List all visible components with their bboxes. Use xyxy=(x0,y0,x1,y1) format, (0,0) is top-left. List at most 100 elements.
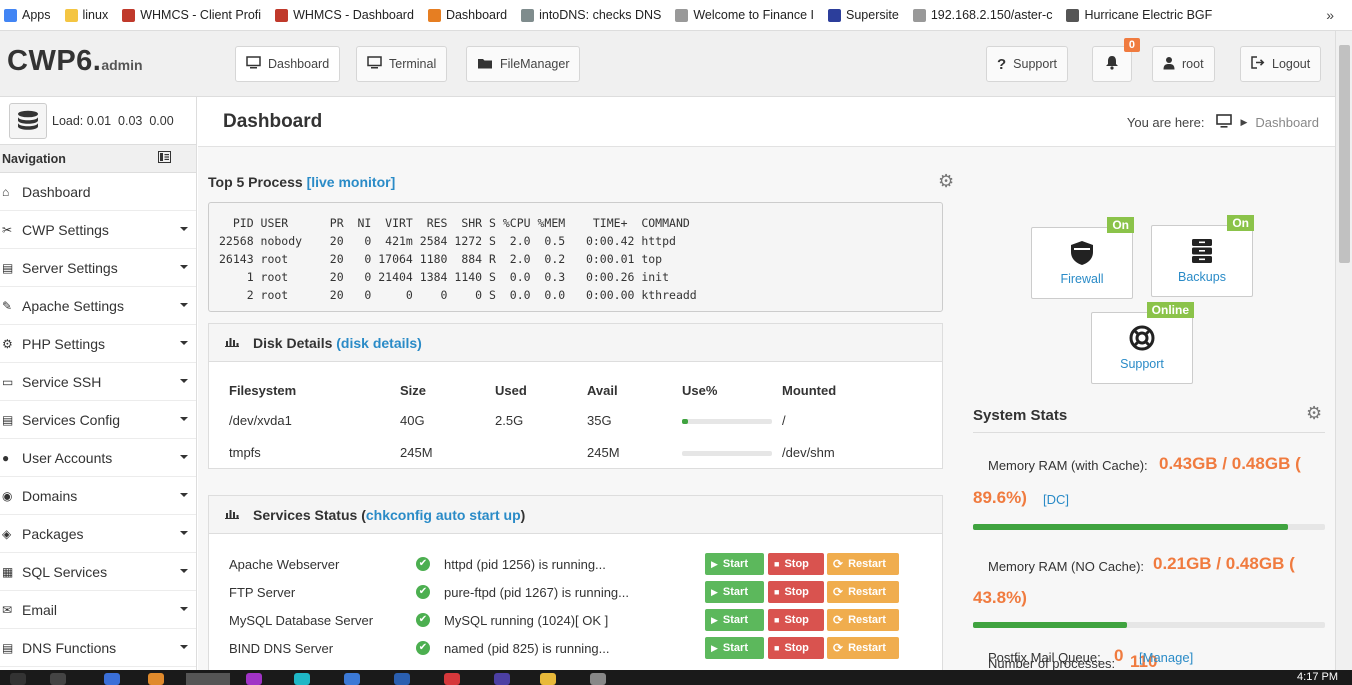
terminal-button[interactable]: Terminal xyxy=(356,46,448,82)
support-button[interactable]: ? Support xyxy=(986,46,1068,82)
sidebar-item-services-config[interactable]: ▤ Services Config xyxy=(0,401,196,439)
task-view-icon[interactable] xyxy=(50,673,66,685)
server-icon: ▤ xyxy=(2,412,14,427)
monitor-icon xyxy=(367,56,382,72)
app-icon[interactable] xyxy=(148,673,164,685)
service-status: named (pid 825) is running... xyxy=(444,641,610,656)
check-circle-icon: ✔ xyxy=(416,641,430,655)
folder-icon xyxy=(477,57,493,72)
play-icon: ▶ xyxy=(711,642,718,653)
chrome-icon[interactable] xyxy=(186,673,230,685)
sidebar: Load: 0.01 0.03 0.00 Navigation ⌂ Dashboa… xyxy=(0,97,197,670)
app-icon[interactable] xyxy=(344,673,360,685)
home-icon: ⌂ xyxy=(2,184,10,199)
app-icon[interactable] xyxy=(394,673,410,685)
bookmark-item[interactable]: Hurricane Electric BGF xyxy=(1066,0,1212,30)
start-service-button[interactable]: ▶ Start xyxy=(705,581,764,603)
bookmark-item[interactable]: linux xyxy=(64,0,108,30)
mail-queue-manage-link[interactable]: [Manage] xyxy=(1139,650,1193,665)
stop-service-button[interactable]: ■ Stop xyxy=(768,609,824,631)
caret-down-icon xyxy=(180,265,188,269)
sidebar-item-user-accounts[interactable]: ● User Accounts xyxy=(0,439,196,477)
sidebar-item-server-settings[interactable]: ▤ Server Settings xyxy=(0,249,196,287)
drop-cache-link[interactable]: [DC] xyxy=(1043,492,1069,507)
sidebar-item-dashboard[interactable]: ⌂ Dashboard xyxy=(0,173,196,211)
bookmark-item[interactable]: intoDNS: checks DNS xyxy=(521,0,661,30)
bell-icon xyxy=(1105,55,1119,73)
app-icon[interactable] xyxy=(104,673,120,685)
notification-count-badge: 0 xyxy=(1123,38,1140,52)
bookmark-item[interactable]: WHMCS - Client Profi xyxy=(122,0,261,30)
shortcut-firewall[interactable]: On Firewall xyxy=(1031,217,1134,299)
bookmark-item[interactable]: Welcome to Finance I xyxy=(675,0,814,30)
restart-service-button[interactable]: ⟳ Restart xyxy=(827,553,899,575)
filemanager-button[interactable]: FileManager xyxy=(466,46,581,82)
sidebar-item-label: Server Settings xyxy=(22,259,118,276)
stop-service-button[interactable]: ■ Stop xyxy=(768,581,824,603)
app-icon[interactable] xyxy=(246,673,262,685)
restart-service-button[interactable]: ⟳ Restart xyxy=(827,609,899,631)
start-label: Start xyxy=(722,642,748,654)
gear-icon[interactable]: ⚙ xyxy=(938,172,956,190)
sidebar-item-packages[interactable]: ◈ Packages xyxy=(0,515,196,553)
bookmark-item[interactable]: WHMCS - Dashboard xyxy=(275,0,414,30)
bookmark-item[interactable]: Supersite xyxy=(828,0,899,30)
bookmark-favicon-icon xyxy=(521,8,535,22)
bookmark-item[interactable]: Dashboard xyxy=(427,0,507,30)
page-scrollbar[interactable] xyxy=(1335,31,1352,670)
caret-down-icon xyxy=(180,379,188,383)
sidebar-item-service-ssh[interactable]: ▭ Service SSH xyxy=(0,363,196,401)
sidebar-item-label: SQL Services xyxy=(22,563,108,580)
bookmark-item[interactable]: 192.168.2.150/aster-c xyxy=(912,0,1052,30)
sidebar-item-dns-functions[interactable]: ▤ DNS Functions xyxy=(0,629,196,667)
disk-cell: tmpfs xyxy=(229,445,261,460)
terminal-button-label: Terminal xyxy=(389,57,437,71)
user-menu-button[interactable]: root xyxy=(1152,46,1215,82)
start-service-button[interactable]: ▶ Start xyxy=(705,609,764,631)
bookmarks-overflow-icon[interactable]: » xyxy=(1326,7,1334,23)
live-monitor-link[interactable]: [live monitor] xyxy=(307,174,396,190)
caret-down-icon xyxy=(180,531,188,535)
app-icon[interactable] xyxy=(294,673,310,685)
refresh-icon: ⟳ xyxy=(833,613,844,627)
gear-icon[interactable]: ⚙ xyxy=(1306,404,1324,422)
sidebar-item-email[interactable]: ✉ Email xyxy=(0,591,196,629)
restart-service-button[interactable]: ⟳ Restart xyxy=(827,581,899,603)
restart-service-button[interactable]: ⟳ Restart xyxy=(827,637,899,659)
start-icon[interactable] xyxy=(10,673,26,685)
app-icon[interactable] xyxy=(590,673,606,685)
feather-icon: ✎ xyxy=(2,298,13,313)
app-icon[interactable] xyxy=(444,673,460,685)
folder-icon[interactable] xyxy=(540,673,556,685)
caret-down-icon xyxy=(180,227,188,231)
sidebar-item-php-settings[interactable]: ⚙ PHP Settings xyxy=(0,325,196,363)
sidebar-item-apache-settings[interactable]: ✎ Apache Settings xyxy=(0,287,196,325)
service-status: pure-ftpd (pid 1267) is running... xyxy=(444,585,629,600)
brand-logo[interactable]: CWP6.admin xyxy=(7,45,143,78)
disk-details-link[interactable]: (disk details) xyxy=(336,335,422,351)
logout-button[interactable]: Logout xyxy=(1240,46,1322,82)
notifications-button[interactable]: 0 xyxy=(1092,38,1140,82)
sidebar-item-cwp-settings[interactable]: ✂ CWP Settings xyxy=(0,211,196,249)
shortcut-backups[interactable]: On Backups xyxy=(1151,215,1254,297)
bookmark-item[interactable]: Apps xyxy=(4,0,51,30)
start-service-button[interactable]: ▶ Start xyxy=(705,553,764,575)
database-icon xyxy=(1152,238,1252,264)
monitor-icon[interactable] xyxy=(1216,114,1233,131)
start-service-button[interactable]: ▶ Start xyxy=(705,637,764,659)
dashboard-button[interactable]: Dashboard xyxy=(235,46,341,82)
app-icon[interactable] xyxy=(494,673,510,685)
sidebar-item-sql-services[interactable]: ▦ SQL Services xyxy=(0,553,196,591)
sidebar-item-label: CWP Settings xyxy=(22,221,109,238)
chkconfig-link[interactable]: chkconfig auto start up xyxy=(366,507,521,523)
scrollbar-thumb[interactable] xyxy=(1339,45,1350,263)
stop-service-button[interactable]: ■ Stop xyxy=(768,553,824,575)
stop-service-button[interactable]: ■ Stop xyxy=(768,637,824,659)
shortcut-support[interactable]: Online Support xyxy=(1091,302,1194,384)
load-values: 0.01 0.03 0.00 xyxy=(86,113,174,128)
monitor-icon xyxy=(246,56,261,72)
sidebar-toggle-icon[interactable] xyxy=(158,151,171,166)
user-name: root xyxy=(1182,57,1204,71)
server-icon: ▤ xyxy=(2,640,14,655)
sidebar-item-domains[interactable]: ◉ Domains xyxy=(0,477,196,515)
